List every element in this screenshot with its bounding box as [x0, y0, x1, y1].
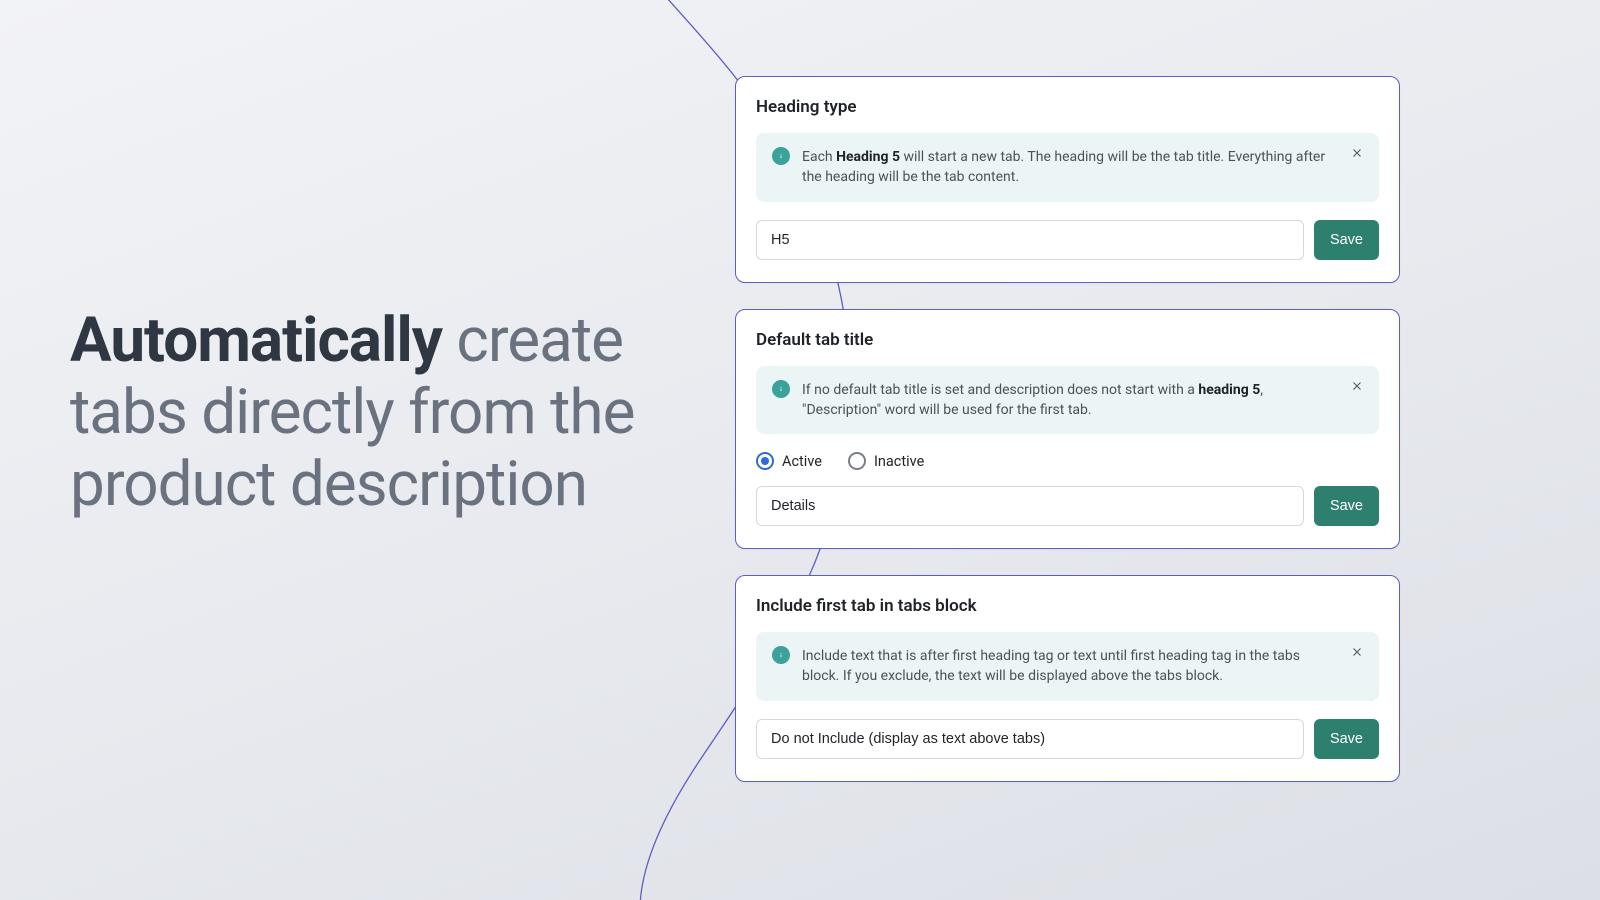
hero-headline: Automatically create tabs directly from …	[70, 305, 720, 521]
include-first-input[interactable]	[756, 719, 1304, 759]
save-button[interactable]: Save	[1314, 486, 1379, 526]
card-default-tab-title: Default tab title If no default tab titl…	[735, 309, 1400, 550]
radio-inactive[interactable]: Inactive	[848, 452, 924, 470]
card-title: Default tab title	[756, 330, 1379, 350]
info-text-prefix: If no default tab title is set and descr…	[802, 382, 1198, 398]
info-text: Include text that is after first heading…	[802, 648, 1300, 684]
card-title: Include first tab in tabs block	[756, 596, 1379, 616]
info-text-bold: heading 5	[1198, 382, 1260, 398]
save-button[interactable]: Save	[1314, 719, 1379, 759]
radio-label: Inactive	[874, 453, 924, 470]
info-text-prefix: Each	[802, 149, 836, 165]
info-text-bold: Heading 5	[836, 149, 900, 165]
default-title-input[interactable]	[756, 486, 1304, 526]
close-icon[interactable]	[1347, 376, 1367, 396]
info-banner: If no default tab title is set and descr…	[756, 366, 1379, 435]
card-heading-type: Heading type Each Heading 5 will start a…	[735, 76, 1400, 283]
radio-label: Active	[782, 453, 822, 470]
close-icon[interactable]	[1347, 642, 1367, 662]
info-icon	[772, 646, 790, 664]
info-icon	[772, 147, 790, 165]
close-icon[interactable]	[1347, 143, 1367, 163]
radio-icon	[848, 452, 866, 470]
heading-type-input[interactable]	[756, 220, 1304, 260]
card-include-first-tab: Include first tab in tabs block Include …	[735, 575, 1400, 782]
radio-icon	[756, 452, 774, 470]
save-button[interactable]: Save	[1314, 220, 1379, 260]
card-title: Heading type	[756, 97, 1379, 117]
hero-bold: Automatically	[70, 304, 442, 377]
info-banner: Each Heading 5 will start a new tab. The…	[756, 133, 1379, 202]
info-banner: Include text that is after first heading…	[756, 632, 1379, 701]
info-icon	[772, 380, 790, 398]
radio-active[interactable]: Active	[756, 452, 822, 470]
